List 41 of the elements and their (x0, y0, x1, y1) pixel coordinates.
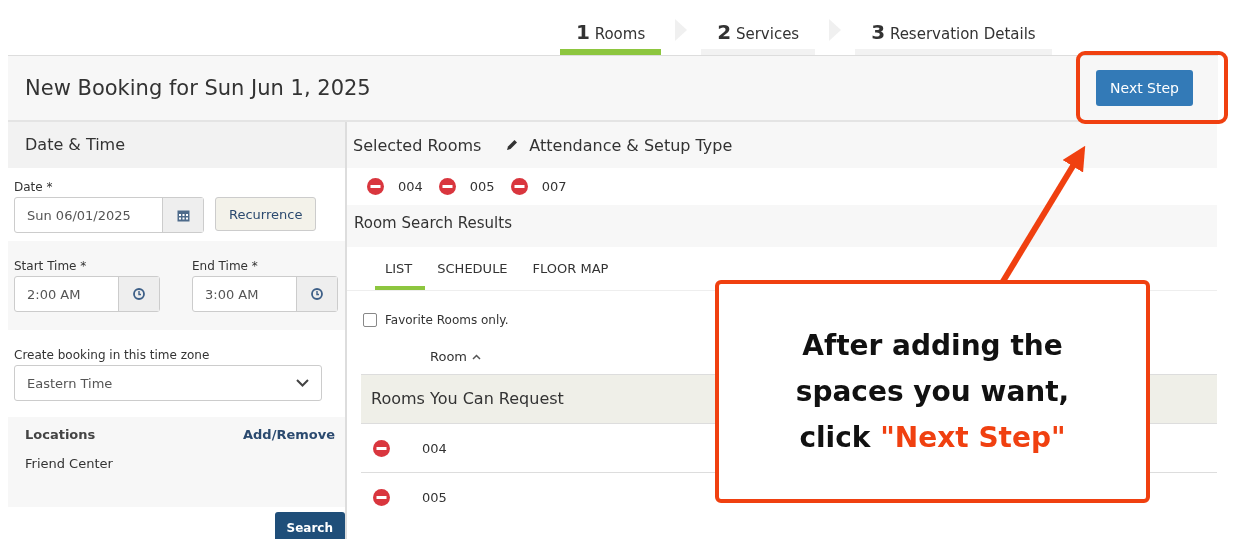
calendar-icon (176, 208, 190, 222)
time-zone-dropdown[interactable]: Eastern Time (14, 365, 322, 401)
field-label: End Time * (192, 259, 259, 273)
time-field[interactable]: 2:00 AM (14, 276, 160, 312)
clock-icon (311, 288, 323, 300)
field-label: Date * (14, 180, 54, 194)
room-label: 007 (541, 179, 567, 194)
column-header[interactable]: Room (430, 349, 468, 364)
time-field[interactable]: 3:00 AM (192, 276, 338, 312)
sort-up-icon (472, 353, 482, 360)
page-title: New Booking for Sun Jun 1, 2025 (25, 76, 371, 100)
remove-icon (373, 488, 390, 506)
room-name: 005 (422, 489, 447, 505)
remove-icon (367, 178, 384, 195)
field-label: Start Time * (14, 259, 88, 273)
section-label: Locations (25, 427, 96, 442)
clock-icon (133, 288, 145, 300)
view-tab[interactable]: SCHEDULE (427, 259, 521, 290)
search-button[interactable]: Search (274, 512, 345, 539)
add-remove-link[interactable]: Add/Remove (243, 427, 335, 442)
remove-icon (438, 178, 456, 195)
view-tab[interactable]: LIST (375, 259, 426, 290)
attendance-link[interactable]: Attendance & Setup Type (505, 135, 733, 155)
section-header: Date & Time (8, 122, 345, 168)
section-header: Room Search Results (347, 205, 1217, 247)
recurrence-button[interactable]: Recurrence (215, 197, 317, 231)
location-name: Friend Center (25, 456, 114, 471)
remove-icon (373, 439, 390, 457)
chevron-down-icon (296, 379, 309, 387)
next-step-button[interactable]: Next Step (1096, 70, 1193, 106)
room-name: 004 (422, 440, 447, 456)
date-field[interactable]: Sun 06/01/2025 (14, 197, 204, 233)
room-label: 005 (469, 179, 495, 194)
checkbox[interactable] (363, 313, 377, 327)
pencil-icon (505, 138, 520, 152)
field-label: Create booking in this time zone (14, 348, 211, 362)
room-label: 004 (398, 179, 423, 194)
remove-icon (510, 178, 528, 195)
view-tab[interactable]: FLOOR MAP (522, 259, 622, 290)
section-header: Selected Rooms (353, 135, 482, 155)
checkbox-label: Favorite Rooms only. (385, 313, 509, 327)
